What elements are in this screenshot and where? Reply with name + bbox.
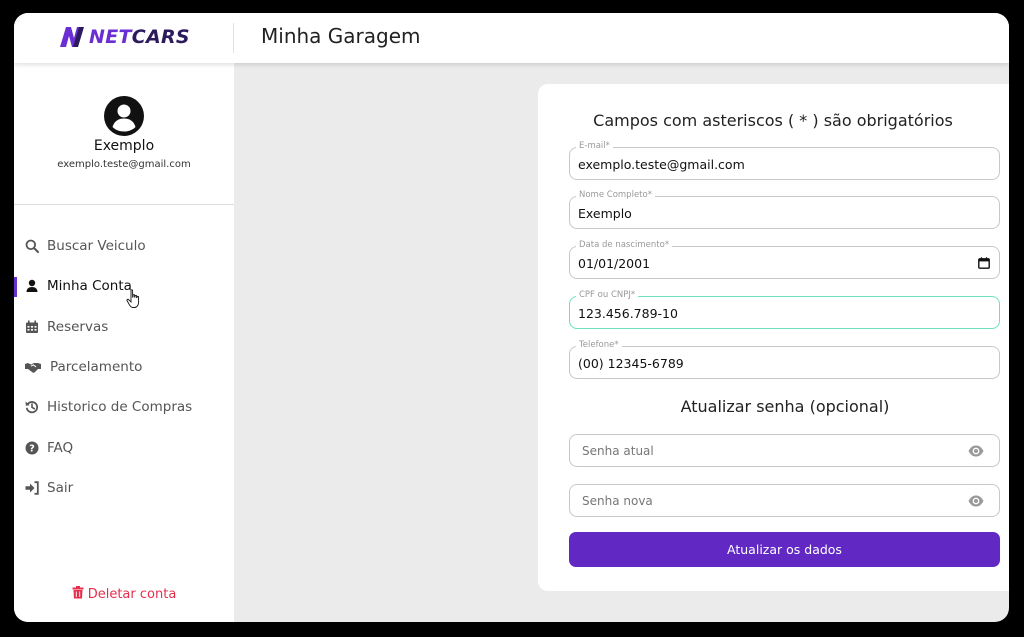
sidebar-item-reservas[interactable]: Reservas (14, 307, 234, 347)
eye-icon[interactable] (968, 445, 984, 457)
new-password-placeholder: Senha nova (582, 494, 653, 508)
top-header: NETCARS Minha Garagem (14, 13, 1009, 63)
current-password-field[interactable]: Senha atual (569, 434, 1000, 467)
app-window: NETCARS Minha Garagem Exemplo exemplo.te… (14, 13, 1009, 622)
svg-text:?: ? (29, 443, 35, 454)
birthdate-field-label: Data de nascimento* (576, 240, 673, 250)
sidebar-item-sair[interactable]: Sair (14, 468, 234, 508)
sidebar-item-historico-de-compras[interactable]: Historico de Compras (14, 387, 234, 427)
birthdate-field[interactable]: Data de nascimento* 01/01/2001 (569, 240, 1000, 279)
cpf-cnpj-field[interactable]: CPF ou CNPJ* 123.456.789-10 (569, 290, 1000, 329)
update-data-button[interactable]: Atualizar os dados (569, 532, 1000, 567)
history-icon (25, 400, 39, 414)
phone-field[interactable]: Telefone* (00) 12345-6789 (569, 340, 1000, 379)
sign-out-icon (25, 481, 39, 495)
delete-account-button[interactable]: Deletar conta (14, 586, 234, 602)
sidebar-item-buscar-veiculo[interactable]: Buscar Veiculo (14, 226, 234, 266)
sidebar-item-label: Buscar Veiculo (47, 238, 146, 255)
cpf-cnpj-field-label: CPF ou CNPJ* (576, 290, 639, 300)
sidebar-item-label: Sair (47, 479, 74, 496)
email-field-value: exemplo.teste@gmail.com (578, 157, 745, 172)
sidebar-divider (14, 204, 234, 205)
question-icon: ? (25, 441, 39, 455)
sidebar-item-label: Reservas (47, 318, 109, 335)
page-title: Minha Garagem (261, 24, 421, 48)
password-section-title: Atualizar senha (opcional) (680, 397, 890, 416)
sidebar-item-label: Historico de Compras (47, 399, 193, 416)
new-password-field[interactable]: Senha nova (569, 484, 1000, 517)
phone-field-value: (00) 12345-6789 (578, 356, 684, 371)
sidebar-item-label: Parcelamento (50, 359, 143, 376)
full-name-field-value: Exemplo (578, 206, 632, 221)
netcars-logo[interactable]: NETCARS (58, 25, 190, 49)
sidebar-item-faq[interactable]: ? FAQ (14, 427, 234, 467)
full-name-field-label: Nome Completo* (576, 190, 655, 200)
profile-name: Exemplo (93, 138, 155, 154)
sidebar-item-parcelamento[interactable]: Parcelamento (14, 347, 234, 387)
sidebar-nav: Buscar Veiculo Minha Conta Reservas Parc… (14, 226, 234, 508)
calendar-icon (25, 320, 39, 334)
trash-icon (72, 586, 84, 599)
logo-text-cars: CARS (131, 26, 190, 48)
user-icon (25, 279, 39, 293)
sidebar-item-label: FAQ (47, 439, 74, 456)
cpf-cnpj-field-value: 123.456.789-10 (578, 306, 678, 321)
netcars-logo-mark-icon (60, 27, 84, 47)
birthdate-field-value: 01/01/2001 (578, 256, 651, 271)
calendar-picker-icon[interactable] (978, 257, 990, 269)
phone-field-label: Telefone* (576, 340, 622, 350)
user-circle-icon (104, 96, 144, 136)
handshake-icon (25, 360, 41, 374)
header-divider (233, 23, 234, 53)
sidebar: Exemplo exemplo.teste@gmail.com Buscar V… (14, 63, 234, 622)
logo-text: NETCARS (89, 26, 190, 48)
delete-account-label: Deletar conta (87, 587, 177, 602)
search-icon (25, 239, 39, 254)
profile-email: exemplo.teste@gmail.com (57, 159, 191, 170)
eye-icon[interactable] (968, 495, 984, 507)
account-form-card: Campos com asteriscos ( * ) são obrigató… (538, 84, 1009, 591)
logo-text-net: NET (89, 26, 132, 48)
hand-pointer-cursor-icon (126, 289, 140, 308)
full-name-field[interactable]: Nome Completo* Exemplo (569, 190, 1000, 229)
form-required-notice: Campos com asteriscos ( * ) são obrigató… (593, 111, 953, 130)
sidebar-item-label: Minha Conta (47, 278, 132, 295)
current-password-placeholder: Senha atual (582, 444, 654, 458)
email-field[interactable]: E-mail* exemplo.teste@gmail.com (569, 141, 1000, 180)
email-field-label: E-mail* (576, 141, 613, 151)
sidebar-item-minha-conta[interactable]: Minha Conta (14, 266, 234, 306)
